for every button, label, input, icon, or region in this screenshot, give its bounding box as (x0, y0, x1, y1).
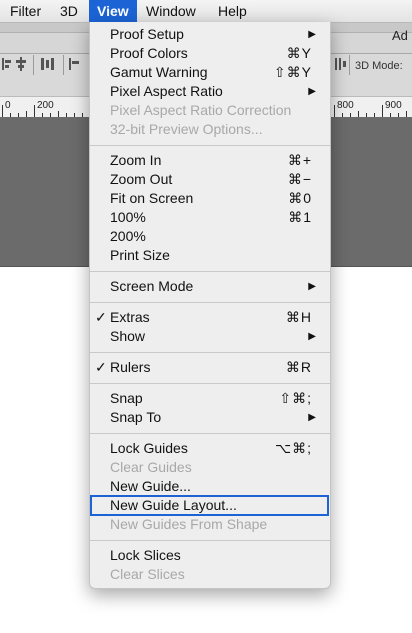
options-separator (349, 55, 350, 75)
ruler-label: 0 (5, 100, 11, 111)
menu-item-proof-setup[interactable]: Proof Setup ▶ (90, 25, 330, 44)
menu-separator (90, 433, 330, 434)
view-menu-dropdown: Proof Setup ▶ Proof Colors ⌘Y Gamut Warn… (89, 22, 331, 589)
menu-item-200-percent[interactable]: 200% (90, 227, 330, 246)
menu-item-extras[interactable]: ✓ Extras ⌘H (90, 308, 330, 327)
menu-item-shortcut: ⌘0 (288, 190, 312, 206)
align-right-icon[interactable] (68, 57, 82, 71)
menu-item-label: Proof Colors (110, 45, 188, 61)
window-title: Ad (392, 28, 408, 43)
menu-item-label: Fit on Screen (110, 190, 194, 206)
menu-item-label: 200% (110, 228, 146, 244)
menu-separator (90, 145, 330, 146)
ruler-tick (2, 105, 3, 117)
menu-item-label: Pixel Aspect Ratio (110, 83, 223, 99)
menu-help[interactable]: Help (210, 0, 255, 22)
menu-separator (90, 271, 330, 272)
menu-item-label: Extras (110, 309, 150, 325)
align-center-icon[interactable] (14, 57, 28, 71)
menu-item-32bit-preview-options: 32-bit Preview Options... (90, 120, 330, 139)
menu-item-100-percent[interactable]: 100% ⌘1 (90, 208, 330, 227)
align-left-icon[interactable] (0, 57, 14, 71)
menu-item-zoom-out[interactable]: Zoom Out ⌘− (90, 170, 330, 189)
menu-item-label: Zoom Out (110, 171, 173, 187)
menu-item-label: New Guides From Shape (110, 516, 268, 532)
menu-item-label: 32-bit Preview Options... (110, 121, 263, 137)
ruler-label: 900 (385, 100, 402, 111)
menu-item-clear-guides: Clear Guides (90, 458, 330, 477)
ruler-label: 200 (37, 100, 54, 111)
menu-item-proof-colors[interactable]: Proof Colors ⌘Y (90, 44, 330, 63)
menu-item-lock-slices[interactable]: Lock Slices (90, 546, 330, 565)
app-menu-bar: Filter 3D View Window Help (0, 0, 412, 23)
ruler-tick (334, 105, 335, 117)
menu-item-label: Clear Guides (110, 459, 192, 475)
menu-item-label: Show (110, 328, 146, 344)
menu-item-label: New Guide... (110, 478, 191, 494)
menu-item-shortcut: ⌘R (285, 359, 312, 375)
ruler-tick (382, 105, 383, 117)
menu-item-print-size[interactable]: Print Size (90, 246, 330, 265)
menu-item-zoom-in[interactable]: Zoom In ⌘+ (90, 151, 330, 170)
submenu-arrow-icon: ▶ (308, 281, 316, 292)
menu-item-label: Gamut Warning (110, 64, 208, 80)
menu-item-show[interactable]: Show ▶ (90, 327, 330, 346)
menu-item-label: Zoom In (110, 152, 162, 168)
distribute-icon[interactable] (40, 57, 54, 71)
menu-item-lock-guides[interactable]: Lock Guides ⌥⌘; (90, 439, 330, 458)
menu-item-label: Snap (110, 390, 143, 406)
menu-item-new-guide-layout[interactable]: New Guide Layout... (90, 495, 329, 516)
menu-view[interactable]: View (89, 0, 137, 22)
menu-item-label: 100% (110, 209, 146, 225)
menu-item-pixel-aspect-ratio[interactable]: Pixel Aspect Ratio ▶ (90, 82, 330, 101)
submenu-arrow-icon: ▶ (308, 29, 316, 40)
menu-separator (90, 302, 330, 303)
menu-separator (90, 352, 330, 353)
menu-item-shortcut: ⌘Y (286, 45, 312, 61)
checkmark-icon: ✓ (95, 309, 107, 325)
menu-separator (90, 383, 330, 384)
menu-item-label: Print Size (110, 247, 170, 263)
menu-item-new-guides-from-shape: New Guides From Shape (90, 515, 330, 534)
menu-window[interactable]: Window (138, 0, 204, 22)
menu-item-label: Pixel Aspect Ratio Correction (110, 102, 292, 118)
menu-item-snap[interactable]: Snap ⇧⌘; (90, 389, 330, 408)
menu-item-label: Lock Slices (110, 547, 181, 563)
menu-item-label: Proof Setup (110, 26, 184, 42)
menu-item-gamut-warning[interactable]: Gamut Warning ⇧⌘Y (90, 63, 330, 82)
options-separator (63, 55, 64, 75)
submenu-arrow-icon: ▶ (308, 412, 316, 423)
menu-item-label: New Guide Layout... (110, 497, 237, 513)
menu-item-shortcut: ⌘1 (288, 209, 312, 225)
options-separator (33, 55, 34, 75)
menu-3d[interactable]: 3D (52, 0, 86, 22)
ruler-tick (34, 105, 35, 117)
3d-mode-label: 3D Mode: (355, 60, 403, 72)
distribute-right-icon[interactable] (333, 57, 347, 71)
menu-item-shortcut: ⇧⌘Y (273, 64, 312, 80)
menu-item-pixel-aspect-ratio-correction: Pixel Aspect Ratio Correction (90, 101, 330, 120)
menu-item-shortcut: ⇧⌘; (279, 390, 312, 406)
menu-item-screen-mode[interactable]: Screen Mode ▶ (90, 277, 330, 296)
menu-item-clear-slices: Clear Slices (90, 565, 330, 584)
menu-item-shortcut: ⌘+ (287, 152, 312, 168)
menu-item-shortcut: ⌘H (285, 309, 312, 325)
submenu-arrow-icon: ▶ (308, 86, 316, 97)
menu-item-fit-on-screen[interactable]: Fit on Screen ⌘0 (90, 189, 330, 208)
menu-item-label: Clear Slices (110, 566, 185, 582)
menu-item-label: Screen Mode (110, 278, 194, 294)
submenu-arrow-icon: ▶ (308, 331, 316, 342)
menu-item-new-guide[interactable]: New Guide... (90, 477, 330, 496)
menu-item-shortcut: ⌘− (287, 171, 312, 187)
menu-filter[interactable]: Filter (2, 0, 49, 22)
menu-separator (90, 540, 330, 541)
menu-item-label: Snap To (110, 409, 162, 425)
checkmark-icon: ✓ (95, 359, 107, 375)
menu-item-label: Rulers (110, 359, 151, 375)
ruler-label: 800 (337, 100, 354, 111)
menu-item-shortcut: ⌥⌘; (274, 440, 312, 456)
menu-item-snap-to[interactable]: Snap To ▶ (90, 408, 330, 427)
menu-item-rulers[interactable]: ✓ Rulers ⌘R (90, 358, 330, 377)
menu-item-label: Lock Guides (110, 440, 188, 456)
